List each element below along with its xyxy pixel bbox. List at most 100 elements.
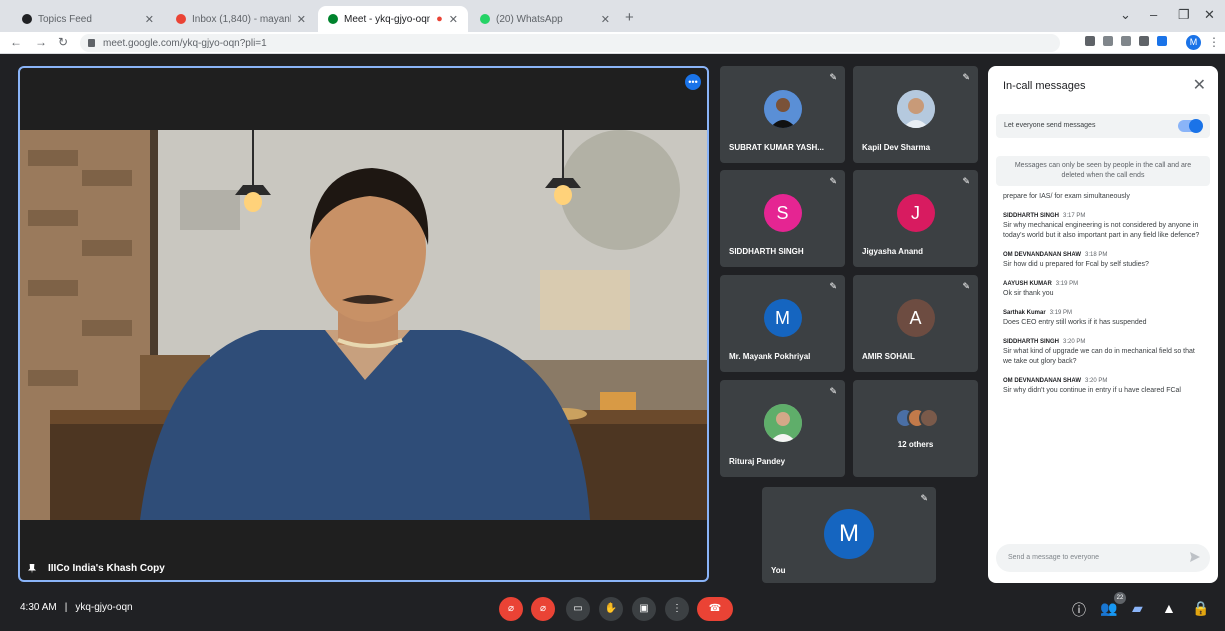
more-options-button[interactable]: ⋮	[665, 597, 689, 621]
participant-tile[interactable]: ✎ Rituraj Pandey	[720, 380, 845, 477]
browser-tab-active[interactable]: Meet - ykq-gjyo-oqn ● ✕	[318, 6, 468, 32]
new-tab-button[interactable]: +	[625, 9, 634, 26]
send-messages-setting: Let everyone send messages	[996, 114, 1210, 138]
participant-tile[interactable]: ✎ Kapil Dev Sharma	[853, 66, 978, 163]
lock-icon	[88, 39, 95, 47]
tab-close-icon[interactable]: ✕	[449, 13, 458, 26]
share-icon[interactable]	[1103, 36, 1113, 46]
url-text: meet.google.com/ykq-gjyo-oqn?pli=1	[103, 37, 267, 49]
mic-off-button[interactable]: ⌀	[499, 597, 523, 621]
others-count-label: 12 others	[897, 440, 934, 449]
mic-muted-icon: ✎	[829, 72, 837, 82]
meeting-details-icon[interactable]: ⓘ	[1072, 600, 1086, 620]
message-time: 3:18 PM	[1085, 252, 1108, 258]
tab-search-icon[interactable]: ⌄	[1120, 7, 1131, 23]
extension-icon[interactable]	[1157, 36, 1167, 46]
back-arrow-icon[interactable]: ←	[10, 35, 22, 49]
people-icon[interactable]: 👥	[1100, 600, 1117, 617]
browser-tab[interactable]: (20) WhatsApp ✕	[470, 6, 620, 32]
maximize-icon[interactable]: ❐	[1178, 7, 1190, 23]
chat-message: Sarthak Kumar 3:19 PM Does CEO entry stil…	[1003, 310, 1203, 328]
participant-avatar: J	[896, 194, 935, 232]
tab-close-icon[interactable]: ✕	[297, 13, 306, 26]
participant-avatar: S	[763, 194, 802, 232]
participant-tile[interactable]: ✎ S SIDDHARTH SINGH	[720, 170, 845, 267]
minimize-icon[interactable]: –	[1150, 7, 1157, 22]
participant-name: SIDDHARTH SINGH	[729, 247, 804, 256]
participant-tile[interactable]: ✎ SUBRAT KUMAR YASH...	[720, 66, 845, 163]
message-sender: SIDDHARTH SINGH 3:20 PM	[1003, 339, 1203, 345]
message-sender: AAYUSH KUMAR 3:19 PM	[1003, 281, 1203, 287]
self-tile[interactable]: ✎ M You	[762, 487, 936, 583]
leave-call-button[interactable]: ☎	[697, 597, 733, 621]
message-list[interactable]: prepare for IAS/ for exam simultaneously…	[988, 192, 1218, 542]
send-messages-toggle[interactable]	[1178, 119, 1203, 133]
mic-muted-icon: ✎	[962, 281, 970, 291]
other-avatar	[919, 408, 939, 428]
participant-tile[interactable]: ✎ J Jigyasha Anand	[853, 170, 978, 267]
main-speaker-tile[interactable]: ••• IIICo India's Khash Copy	[18, 66, 709, 582]
participant-name: Mr. Mayank Pokhriyal	[729, 352, 811, 361]
profile-avatar[interactable]: M	[1186, 35, 1201, 50]
message-sender: Sarthak Kumar 3:19 PM	[1003, 310, 1203, 316]
sender-name: SIDDHARTH SINGH	[1003, 213, 1060, 219]
message-sender: SIDDHARTH SINGH 3:17 PM	[1003, 213, 1203, 219]
activities-icon[interactable]: ▲	[1162, 600, 1176, 616]
message-time: 3:17 PM	[1063, 213, 1086, 219]
forward-arrow-icon[interactable]: →	[35, 35, 47, 49]
chat-message: OM DEVNANDANAN SHAW 3:18 PM Sir how did u…	[1003, 252, 1203, 270]
host-controls-icon[interactable]: 🔒	[1192, 600, 1209, 617]
speaking-indicator-icon: •••	[685, 74, 701, 90]
participant-name: AMIR SOHAIL	[862, 352, 915, 361]
participant-name: Rituraj Pandey	[729, 457, 786, 466]
meet-favicon-icon	[328, 14, 338, 24]
self-name: You	[771, 566, 786, 575]
chat-message: AAYUSH KUMAR 3:19 PM Ok sir thank you	[1003, 281, 1203, 299]
raise-hand-button[interactable]: ✋	[599, 597, 623, 621]
message-text: Sir why didn't you continue in entry if …	[1003, 387, 1181, 394]
extensions-icon[interactable]	[1139, 36, 1149, 46]
browser-tab[interactable]: Inbox (1,840) - mayank.pokhriyal ✕	[166, 6, 316, 32]
whatsapp-favicon-icon	[480, 14, 490, 24]
bookmark-icon[interactable]	[1121, 36, 1131, 46]
chat-message-input[interactable]: Send a message to everyone	[996, 544, 1210, 572]
close-panel-icon[interactable]: ✕	[1193, 75, 1206, 95]
camera-off-button[interactable]: ⌀	[531, 597, 555, 621]
participant-tile[interactable]: ✎ M Mr. Mayank Pokhriyal	[720, 275, 845, 372]
browser-menu-icon[interactable]: ⋮	[1208, 35, 1220, 49]
camera-indicator-icon[interactable]	[1085, 36, 1095, 46]
sender-name: AAYUSH KUMAR	[1003, 281, 1052, 287]
chat-message: SIDDHARTH SINGH 3:17 PM Sir why mechanica…	[1003, 213, 1203, 241]
message-text: prepare for IAS/ for exam simultaneously	[1003, 193, 1130, 200]
sender-name: OM DEVNANDANAN SHAW	[1003, 378, 1081, 384]
message-time: 3:19 PM	[1049, 310, 1073, 316]
participant-avatar: M	[763, 299, 802, 337]
reload-icon[interactable]: ↻	[58, 35, 68, 49]
chat-icon[interactable]: ▰	[1132, 600, 1143, 617]
message-text: Ok sir thank you	[1003, 290, 1054, 297]
mic-muted-icon: ✎	[962, 72, 970, 82]
tab-close-icon[interactable]: ✕	[601, 13, 610, 26]
participant-avatar: A	[896, 299, 935, 337]
meeting-info: 4:30 AM | ykq-gjyo-oqn	[20, 602, 133, 613]
speaker-video	[20, 130, 707, 520]
window-close-icon[interactable]: ✕	[1204, 7, 1215, 23]
participant-name: Jigyasha Anand	[862, 247, 924, 256]
url-field[interactable]: meet.google.com/ykq-gjyo-oqn?pli=1	[80, 34, 1060, 52]
captions-button[interactable]: ▭	[566, 597, 590, 621]
meeting-separator: |	[64, 602, 68, 613]
participant-photo	[763, 90, 802, 128]
self-avatar: M	[824, 509, 874, 559]
message-text: Sir how did u prepared for Fcal by self …	[1003, 261, 1149, 268]
gmail-favicon-icon	[176, 14, 186, 24]
participant-photo	[896, 90, 935, 128]
present-screen-button[interactable]: ▣	[632, 597, 656, 621]
sender-name: OM DEVNANDANAN SHAW	[1003, 252, 1081, 258]
mic-muted-icon: ✎	[829, 176, 837, 186]
others-tile[interactable]: 12 others	[853, 380, 978, 477]
browser-tab[interactable]: Topics Feed ✕	[12, 6, 164, 32]
send-icon[interactable]	[1190, 552, 1200, 562]
participant-tile[interactable]: ✎ A AMIR SOHAIL	[853, 275, 978, 372]
pin-icon[interactable]	[28, 563, 36, 574]
tab-close-icon[interactable]: ✕	[145, 13, 154, 26]
